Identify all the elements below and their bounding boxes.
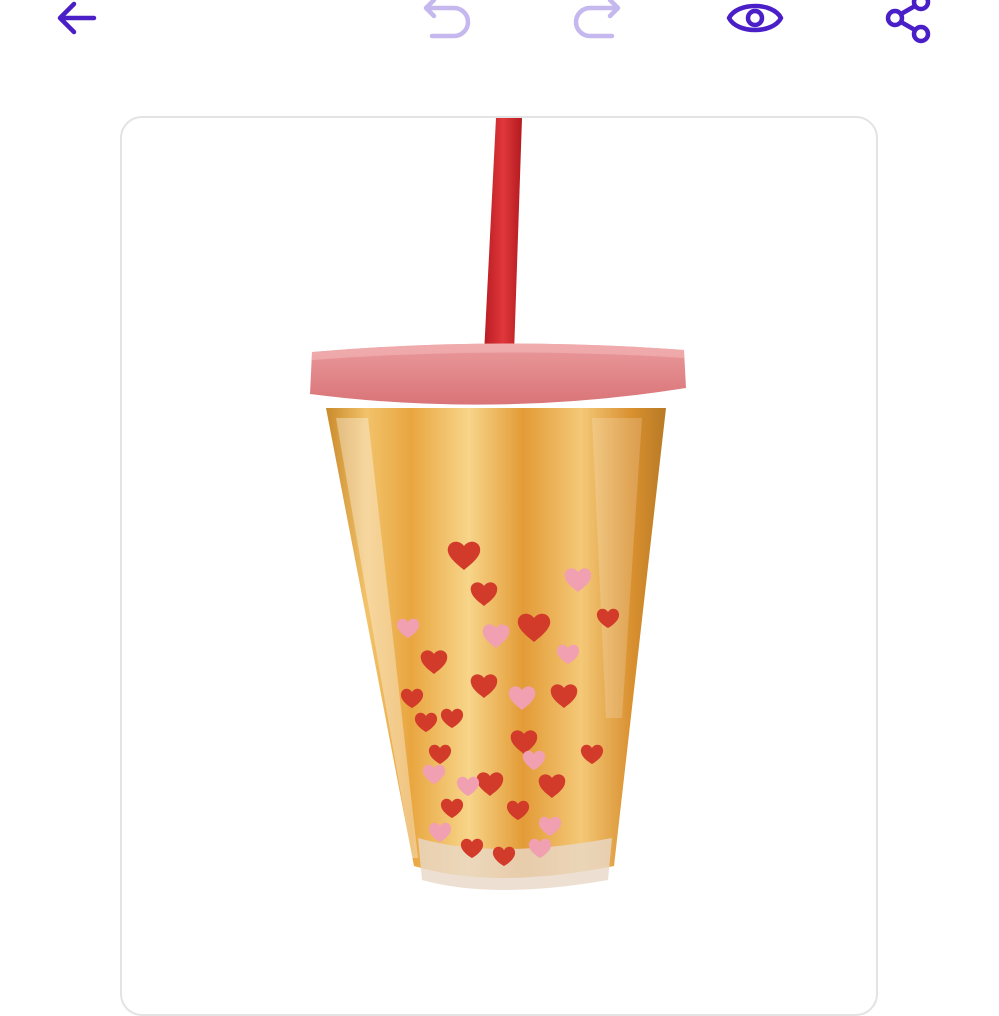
straw: [484, 118, 522, 354]
undo-button[interactable]: [416, 0, 476, 46]
product-photo: [310, 118, 686, 890]
editor-toolbar: [0, 0, 999, 60]
redo-button[interactable]: [568, 0, 628, 46]
product-image-card[interactable]: [120, 116, 878, 1016]
redo-icon: [573, 0, 621, 39]
preview-button[interactable]: [725, 0, 785, 46]
eye-icon: [726, 3, 784, 33]
share-button[interactable]: [879, 0, 939, 46]
arrow-left-icon: [57, 1, 97, 35]
back-button[interactable]: [46, 0, 106, 46]
undo-icon: [423, 0, 471, 39]
share-icon: [885, 0, 931, 44]
